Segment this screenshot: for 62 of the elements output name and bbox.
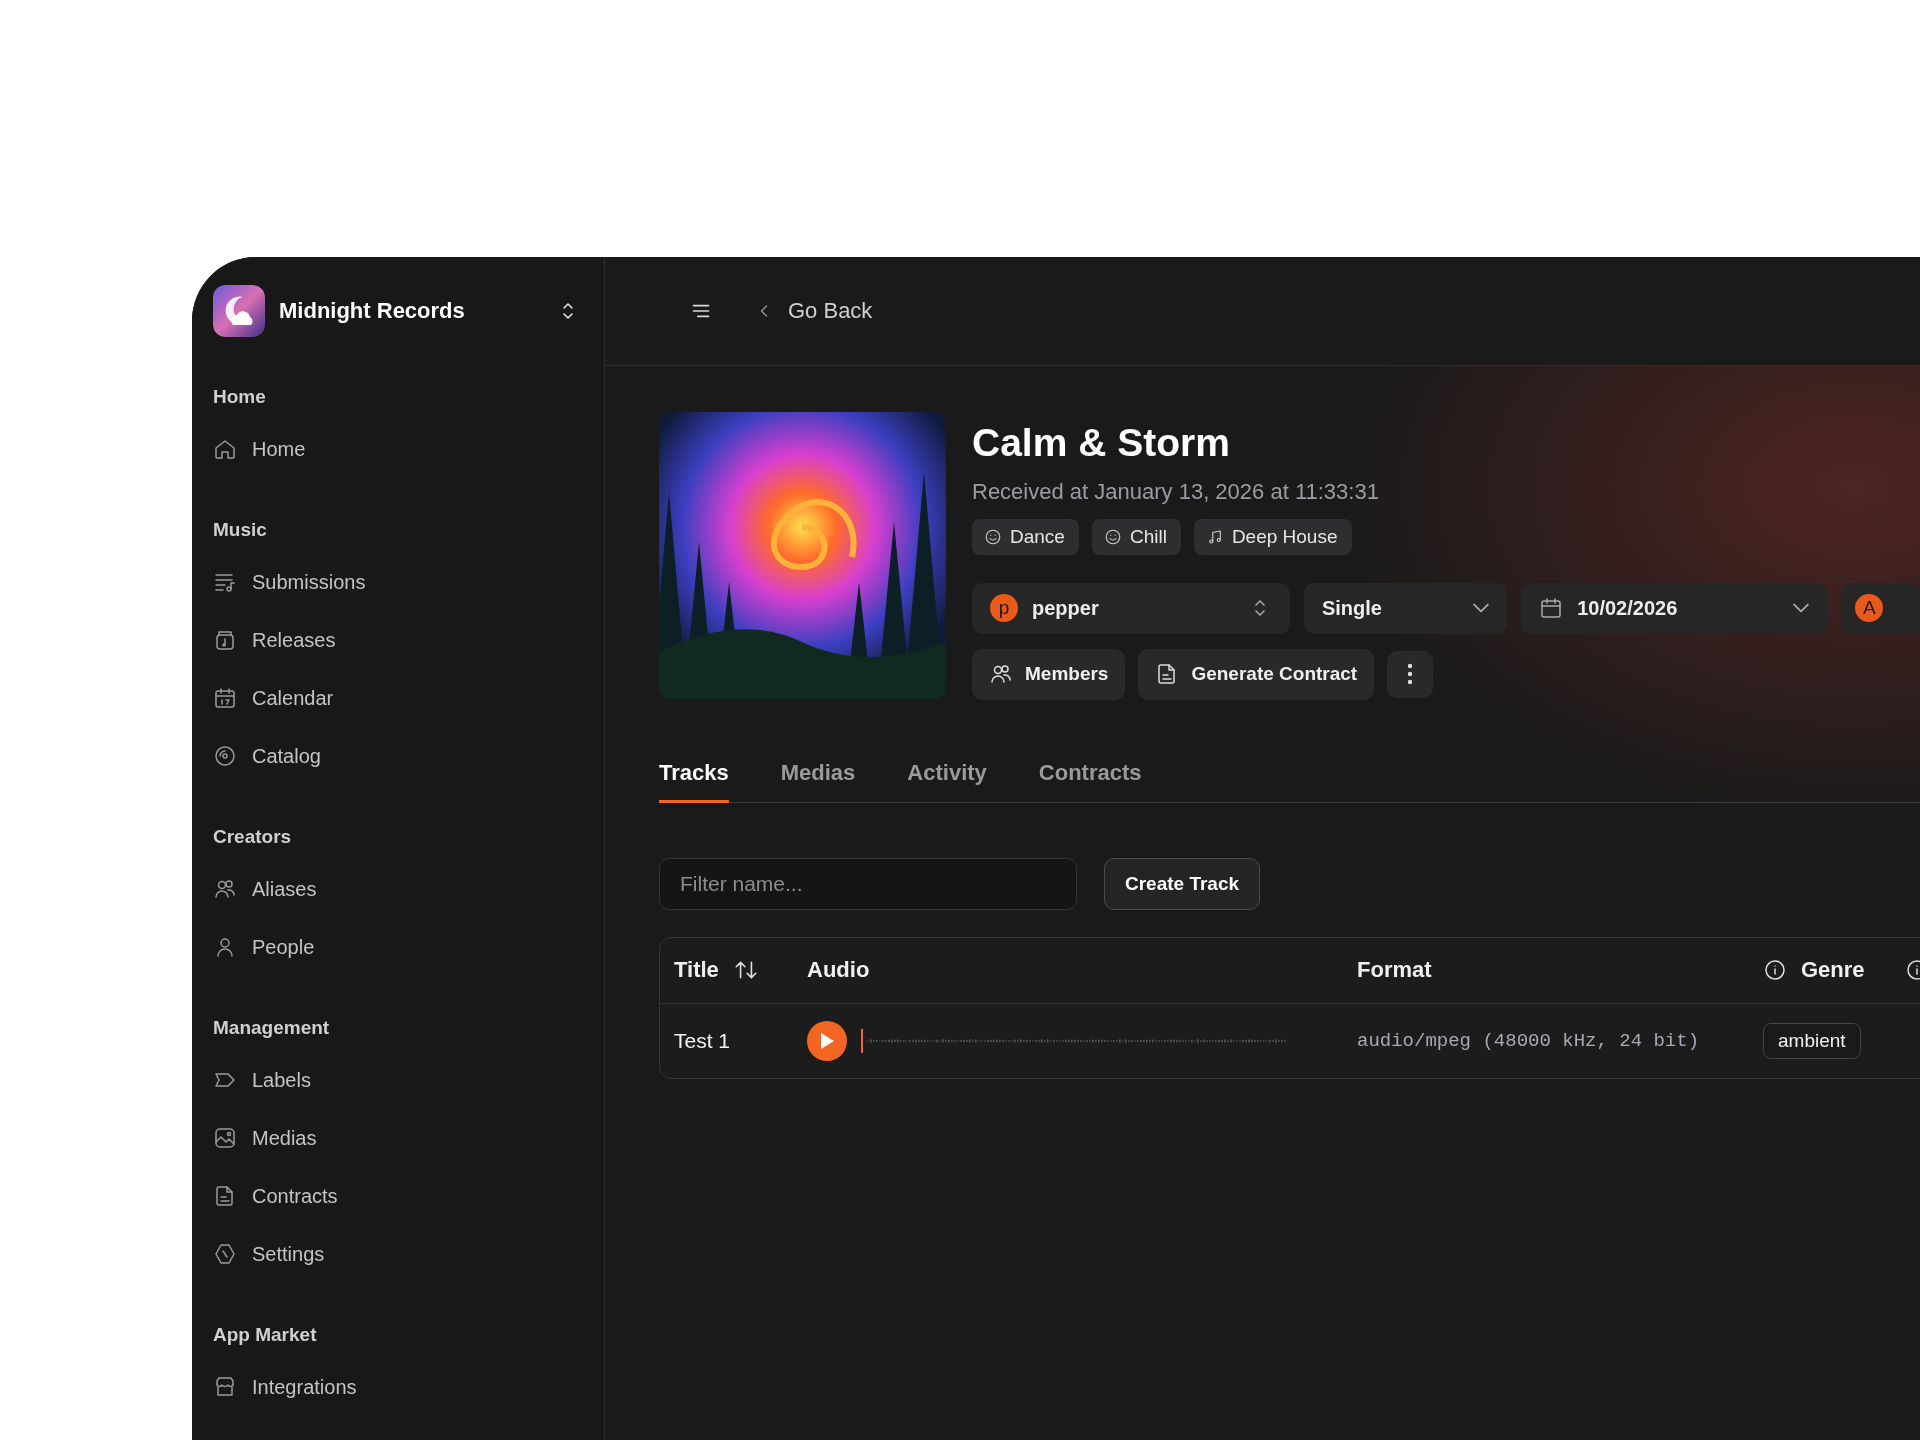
more-icon [1407, 663, 1414, 686]
received-date: Received at January 13, 2026 at 11:33:31 [972, 478, 1380, 505]
tab[interactable]: Contracts [1038, 759, 1142, 803]
create-track-button[interactable]: Create Track [1104, 857, 1261, 910]
nav-item[interactable]: Home [213, 429, 306, 469]
chevron-down-icon [1793, 603, 1810, 614]
nav-item[interactable]: Labels [213, 1060, 311, 1100]
tag-chip: Deep House [1193, 518, 1352, 555]
more-button[interactable] [1387, 650, 1434, 698]
smile-icon [984, 527, 1002, 546]
section-title: Music [213, 518, 268, 542]
hexagon-icon [213, 1242, 237, 1266]
nav-item[interactable]: Integrations [213, 1367, 357, 1407]
section-title: Management [213, 1016, 331, 1040]
nav-item[interactable]: Releases [213, 620, 336, 660]
nav-item[interactable]: People [213, 927, 315, 967]
action-button[interactable]: Generate Contract [1138, 648, 1375, 700]
tag-chip: Dance [972, 518, 1079, 555]
column-header[interactable]: Genre [1749, 957, 1891, 984]
disc-icon [213, 744, 237, 768]
nav-item[interactable]: Calendar [213, 678, 334, 718]
genre-chip: ambient [1763, 1022, 1861, 1059]
workspace-name: Midnight Records [279, 298, 466, 324]
column-header[interactable]: Format [1343, 957, 1749, 984]
info-icon [1763, 958, 1787, 983]
date-picker[interactable]: 10/02/2026 [1521, 582, 1828, 634]
smile-icon [1103, 527, 1122, 546]
release-title: Calm & Storm [972, 422, 1231, 465]
filter-field[interactable]: Filter name... [659, 857, 1077, 910]
store-icon [213, 1375, 237, 1399]
nav-item[interactable]: Contracts [213, 1176, 338, 1216]
chevron-down-icon [1473, 603, 1490, 614]
home-icon [213, 437, 237, 461]
tag-chip: Chill [1091, 518, 1181, 555]
nav-item[interactable]: Aliases [213, 869, 317, 909]
play-button[interactable] [807, 1020, 847, 1061]
table-cell: Test 1 [674, 1028, 731, 1053]
back-link[interactable]: Go Back [754, 298, 873, 324]
section-title: Home [213, 385, 267, 409]
tab[interactable]: Activity [907, 759, 987, 803]
logo-icon [213, 285, 265, 337]
action-button[interactable]: Members [972, 648, 1126, 700]
column-header[interactable]: Audio [793, 957, 1343, 984]
assignee-select[interactable]: A [1841, 582, 1920, 634]
jar-icon [213, 628, 237, 652]
calendar-icon [213, 686, 237, 710]
type-select[interactable]: Single [1303, 582, 1508, 634]
column-header[interactable]: Title [660, 957, 793, 984]
nav-item[interactable]: Medias [213, 1118, 317, 1158]
play-icon [819, 1031, 835, 1050]
calendar-icon [1539, 596, 1564, 621]
nav-item[interactable]: Settings [213, 1234, 325, 1274]
users-icon [213, 877, 237, 901]
nav-item[interactable]: Catalog [213, 736, 321, 776]
section-title: Creators [213, 825, 293, 849]
tab[interactable]: Tracks [659, 759, 729, 803]
section-title: App Market [213, 1323, 318, 1347]
owner-select[interactable]: p pepper [972, 582, 1290, 634]
table-cell: audio/mpeg (48000 kHz, 24 bit) [1357, 1029, 1700, 1052]
image-icon [213, 1126, 237, 1150]
nav-item[interactable]: Submissions [213, 562, 366, 602]
tab[interactable]: Medias [780, 759, 856, 803]
